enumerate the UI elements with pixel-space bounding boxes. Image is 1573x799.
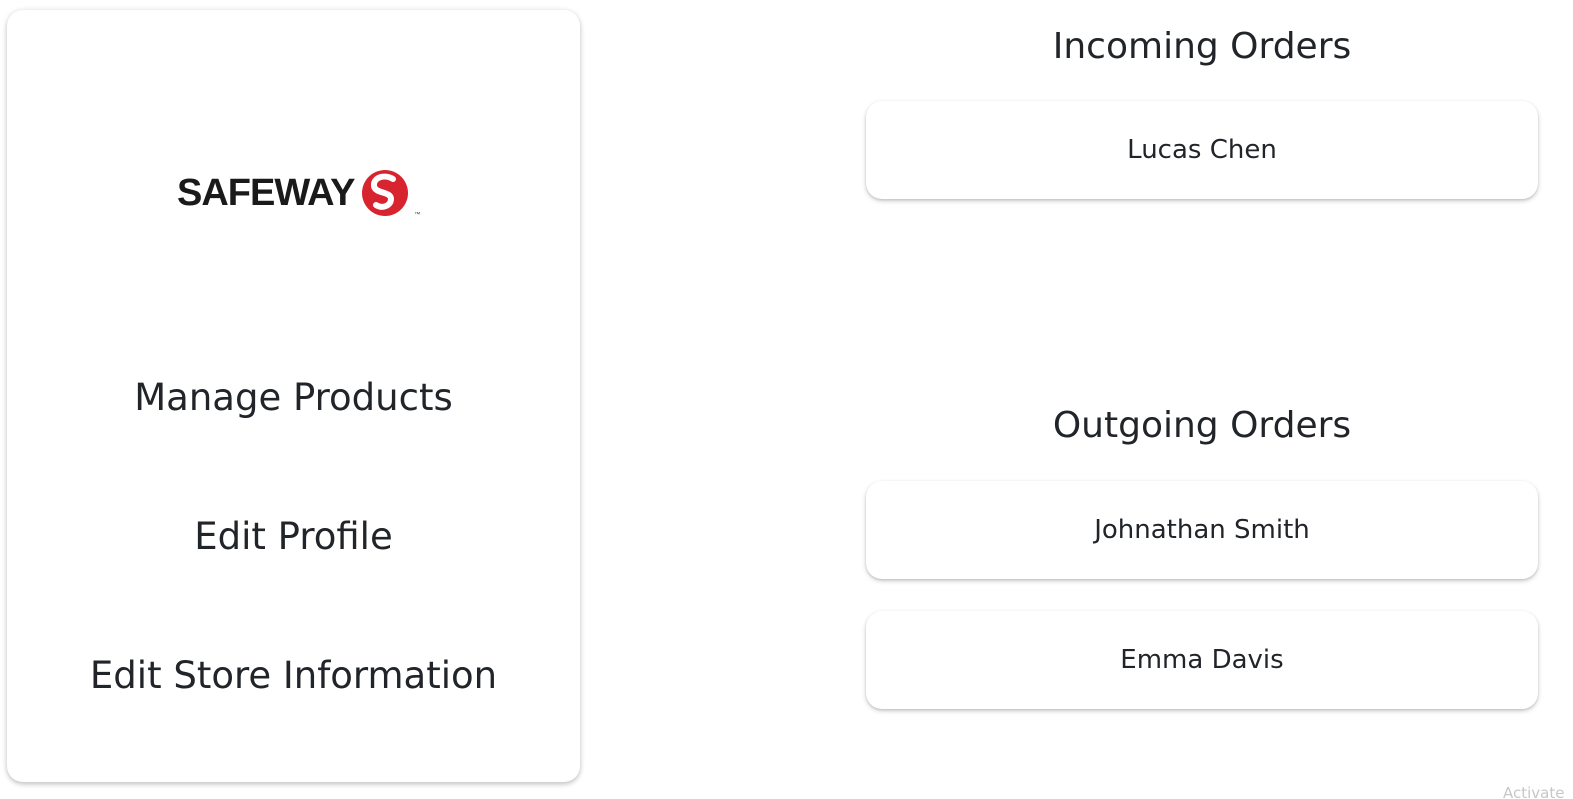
incoming-order-card[interactable]: Lucas Chen: [866, 101, 1538, 199]
order-customer-name: Emma Davis: [1120, 645, 1284, 675]
safeway-logo: SAFEWAY ™: [177, 162, 427, 224]
safeway-s-icon: ™: [360, 168, 420, 218]
sidebar: SAFEWAY ™ Manage Products Edit Profile E…: [7, 10, 580, 782]
edit-profile-link[interactable]: Edit Profile: [7, 515, 580, 559]
outgoing-order-card[interactable]: Johnathan Smith: [866, 481, 1538, 579]
incoming-orders-title: Incoming Orders: [1052, 26, 1352, 67]
logo-wordmark: SAFEWAY: [177, 172, 355, 214]
edit-store-information-link[interactable]: Edit Store Information: [7, 654, 580, 698]
order-customer-name: Johnathan Smith: [1094, 515, 1310, 545]
outgoing-orders-title: Outgoing Orders: [1052, 405, 1352, 446]
page: SAFEWAY ™ Manage Products Edit Profile E…: [0, 0, 1573, 799]
activate-watermark: Activate: [1503, 784, 1565, 799]
outgoing-order-card[interactable]: Emma Davis: [866, 611, 1538, 709]
manage-products-link[interactable]: Manage Products: [7, 376, 580, 420]
order-customer-name: Lucas Chen: [1127, 135, 1277, 165]
logo-trademark: ™: [414, 212, 421, 218]
